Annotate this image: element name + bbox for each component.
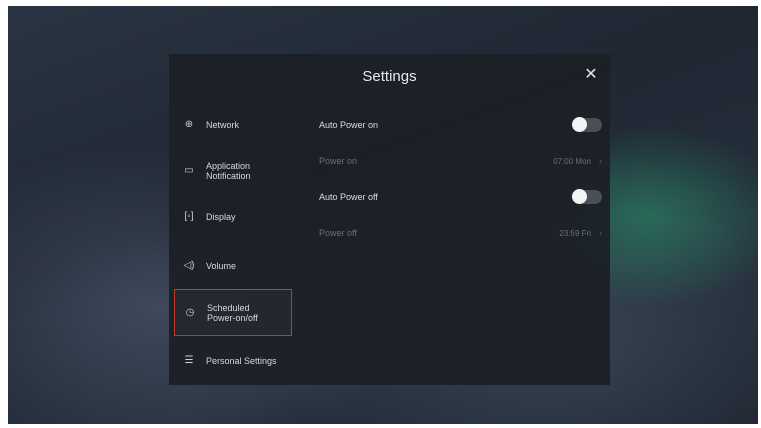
auto-power-off-row: Auto Power off	[319, 186, 602, 208]
sidebar-item-volume[interactable]: ◁) Volume	[174, 256, 292, 276]
chevron-right-icon: ›	[599, 156, 602, 166]
desktop-background: Settings ✕ ⊕ Network ▭ Application Notif…	[8, 6, 758, 424]
sidebar-item-application-notification[interactable]: ▭ Application Notification	[174, 156, 292, 186]
sidebar-item-personal-settings[interactable]: ☰ Personal Settings	[174, 351, 292, 371]
globe-icon: ⊕	[184, 119, 194, 130]
sidebar-item-network[interactable]: ⊕ Network	[174, 115, 292, 135]
toggle-knob	[572, 117, 587, 132]
sidebar-item-display[interactable]: [◦] Display	[174, 207, 292, 227]
power-on-value-group: 07:00 Mon ›	[553, 156, 602, 166]
power-off-value-group: 23:59 Fri ›	[559, 228, 602, 238]
alarm-clock-icon: ◷	[185, 306, 195, 318]
sidebar-item-label: Network	[206, 120, 240, 130]
power-off-row[interactable]: Power off 23:59 Fri ›	[319, 222, 602, 244]
auto-power-off-toggle[interactable]	[572, 189, 602, 204]
volume-icon: ◁)	[183, 260, 195, 271]
power-on-value: 07:00 Mon	[553, 156, 591, 166]
display-icon: [◦]	[184, 211, 194, 222]
auto-power-off-label: Auto Power off	[319, 192, 378, 202]
sidebar-item-label: Volume	[206, 261, 237, 271]
toggle-knob	[572, 189, 587, 204]
menu-icon: ☰	[184, 355, 194, 366]
sidebar-item-label: Personal Settings	[206, 356, 277, 366]
power-on-label: Power on	[319, 156, 358, 166]
power-off-value: 23:59 Fri	[559, 228, 591, 238]
settings-sidebar: ⊕ Network ▭ Application Notification [◦]…	[169, 100, 299, 385]
power-on-row[interactable]: Power on 07:00 Mon ›	[319, 150, 602, 172]
auto-power-on-label: Auto Power on	[319, 120, 379, 130]
sidebar-item-scheduled-power[interactable]: ◷ Scheduled Power-on/off	[174, 289, 292, 336]
close-icon[interactable]: ✕	[582, 66, 600, 84]
auto-power-on-row: Auto Power on	[319, 114, 602, 136]
chevron-right-icon: ›	[599, 228, 602, 238]
dialog-title: Settings	[362, 68, 417, 85]
sidebar-item-label: Scheduled Power-on/off	[207, 302, 258, 323]
notification-icon: ▭	[184, 165, 194, 176]
auto-power-on-toggle[interactable]	[572, 117, 602, 132]
sidebar-item-label: Application Notification	[206, 161, 251, 181]
sidebar-item-label: Display	[206, 212, 236, 222]
settings-dialog: Settings ✕ ⊕ Network ▭ Application Notif…	[169, 54, 610, 385]
power-off-label: Power off	[319, 228, 357, 238]
